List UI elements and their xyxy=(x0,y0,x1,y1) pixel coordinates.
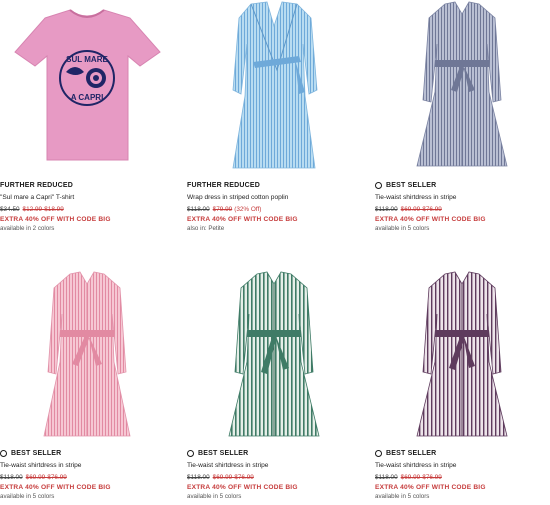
badge-label: BEST SELLER xyxy=(375,448,550,458)
product-card-shirtdress-plum[interactable]: BEST SELLER Tie-waist shirtdress in stri… xyxy=(375,268,550,501)
color-availability[interactable]: available in 2 colors xyxy=(0,225,175,233)
tshirt-illustration: SUL MARE A CAPRI xyxy=(0,0,175,172)
wrap-dress-illustration xyxy=(187,0,362,172)
tshirt-print-bottom: A CAPRI xyxy=(71,93,104,102)
color-availability[interactable]: available in 5 colors xyxy=(375,493,550,501)
product-name[interactable]: Tie-waist shirtdress in stripe xyxy=(0,462,175,470)
price-row: $118.00 $69.99-$76.99 xyxy=(375,206,550,214)
product-card-shirtdress-green[interactable]: BEST SELLER Tie-waist shirtdress in stri… xyxy=(187,268,362,501)
product-image[interactable] xyxy=(187,0,362,172)
product-name[interactable]: Wrap dress in striped cotton poplin xyxy=(187,194,362,202)
product-image[interactable] xyxy=(375,0,550,172)
promo-text: EXTRA 40% OFF WITH CODE BIG xyxy=(187,484,298,491)
sale-price: $69.99-$76.99 xyxy=(400,206,442,213)
star-circle-icon xyxy=(187,449,194,457)
sale-price: $79.99 xyxy=(212,206,233,213)
product-card-wrap-dress[interactable]: FURTHER REDUCED Wrap dress in striped co… xyxy=(187,0,362,233)
original-price: $118.00 xyxy=(0,474,23,481)
product-name[interactable]: Tie-waist shirtdress in stripe xyxy=(375,194,550,202)
original-price: $118.00 xyxy=(187,206,210,213)
product-image[interactable]: SUL MARE A CAPRI xyxy=(0,0,175,172)
original-price: $118.00 xyxy=(375,206,398,213)
promo-text: EXTRA 40% OFF WITH CODE BIG xyxy=(375,216,486,223)
star-circle-icon xyxy=(0,449,7,457)
product-image[interactable] xyxy=(375,268,550,440)
star-circle-icon xyxy=(375,449,382,457)
promo-text: EXTRA 40% OFF WITH CODE BIG xyxy=(187,216,298,223)
original-price: $34.50 xyxy=(0,206,20,213)
original-price: $118.00 xyxy=(187,474,210,481)
shirtdress-illustration xyxy=(0,268,175,440)
also-in-petite[interactable]: also in: Petite xyxy=(187,225,362,233)
badge-label: BEST SELLER xyxy=(0,448,175,458)
badge-label: BEST SELLER xyxy=(187,448,362,458)
sale-price: $12.99-$18.99 xyxy=(22,206,64,213)
shirtdress-illustration xyxy=(187,268,362,440)
badge-text: BEST SELLER xyxy=(11,449,62,457)
color-availability[interactable]: available in 5 colors xyxy=(375,225,550,233)
discount-percent: (32% Off) xyxy=(234,206,262,213)
sale-price: $69.99-$76.99 xyxy=(212,474,254,481)
promo-text: EXTRA 40% OFF WITH CODE BIG xyxy=(0,484,111,491)
badge-text: BEST SELLER xyxy=(386,181,437,189)
badge-label: BEST SELLER xyxy=(375,180,550,190)
product-card-shirtdress-navy[interactable]: BEST SELLER Tie-waist shirtdress in stri… xyxy=(375,0,550,233)
price-row: $118.00 $69.99-$76.99 xyxy=(187,474,362,482)
product-card-sul-mare-tshirt[interactable]: SUL MARE A CAPRI FURTHER REDUCED "Sul ma… xyxy=(0,0,175,233)
sale-price: $69.99-$76.99 xyxy=(25,474,67,481)
product-name[interactable]: "Sul mare a Capri" T-shirt xyxy=(0,194,175,202)
badge-label: FURTHER REDUCED xyxy=(187,181,260,189)
promo-text: EXTRA 40% OFF WITH CODE BIG xyxy=(375,484,486,491)
product-image[interactable] xyxy=(187,268,362,440)
badge-text: BEST SELLER xyxy=(386,449,437,457)
product-name[interactable]: Tie-waist shirtdress in stripe xyxy=(187,462,362,470)
promo-text: EXTRA 40% OFF WITH CODE BIG xyxy=(0,216,111,223)
product-card-shirtdress-pink[interactable]: BEST SELLER Tie-waist shirtdress in stri… xyxy=(0,268,175,501)
badge-text: BEST SELLER xyxy=(198,449,249,457)
sale-price: $69.99-$76.99 xyxy=(400,474,442,481)
color-availability[interactable]: available in 5 colors xyxy=(187,493,362,501)
star-circle-icon xyxy=(375,181,382,189)
color-availability[interactable]: available in 5 colors xyxy=(0,493,175,501)
product-name[interactable]: Tie-waist shirtdress in stripe xyxy=(375,462,550,470)
tshirt-print-top: SUL MARE xyxy=(66,55,108,64)
shirtdress-illustration xyxy=(375,268,550,440)
price-row: $118.00 $69.99-$76.99 xyxy=(0,474,175,482)
price-row: $118.00 $69.99-$76.99 xyxy=(375,474,550,482)
price-row: $118.00 $79.99 (32% Off) xyxy=(187,206,362,214)
price-row: $34.50 $12.99-$18.99 xyxy=(0,206,175,214)
product-image[interactable] xyxy=(0,268,175,440)
shirtdress-illustration xyxy=(375,0,550,172)
original-price: $118.00 xyxy=(375,474,398,481)
badge-label: FURTHER REDUCED xyxy=(0,181,73,189)
